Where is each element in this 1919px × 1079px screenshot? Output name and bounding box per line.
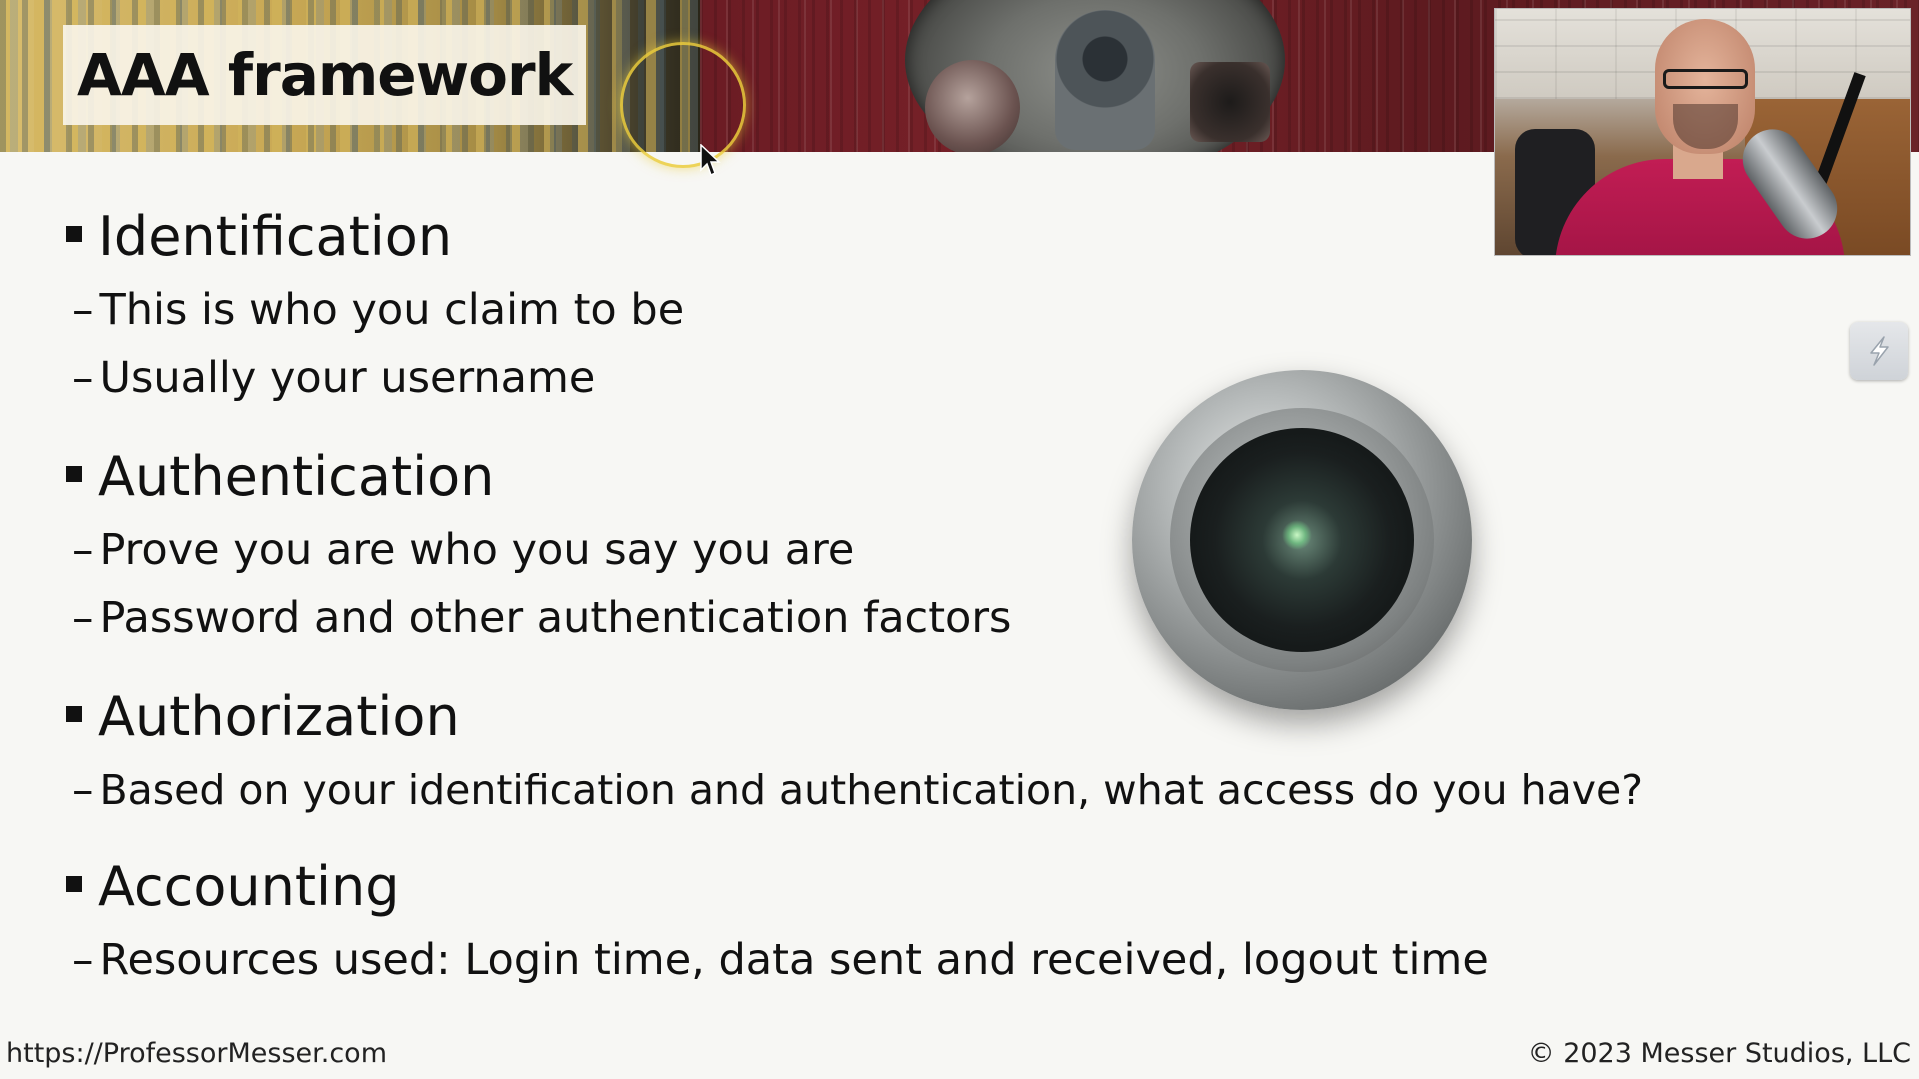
sub-bullet: – Resources used: Login time, data sent … xyxy=(72,935,1489,985)
keyhole-icon xyxy=(1055,10,1155,150)
square-bullet-icon xyxy=(66,705,82,722)
sub-bullet-text: Resources used: Login time, data sent an… xyxy=(99,935,1489,985)
bullet-heading: Identification xyxy=(98,205,453,268)
cursor-highlight-ring xyxy=(620,42,746,168)
bullet-heading: Authorization xyxy=(98,685,460,748)
bullet-accounting: Accounting xyxy=(66,855,400,918)
lock-knob-image xyxy=(925,60,1020,152)
door-peephole-image xyxy=(1132,370,1472,710)
lightning-icon xyxy=(1870,336,1889,366)
footer-website: https://ProfessorMesser.com xyxy=(6,1038,388,1069)
square-bullet-icon xyxy=(66,875,82,892)
sub-bullet: – Password and other authentication fact… xyxy=(72,593,1011,643)
dash-marker: – xyxy=(72,285,94,335)
side-toggle-button[interactable] xyxy=(1850,322,1908,380)
sub-bullet-text: Password and other authentication factor… xyxy=(99,593,1012,643)
bullet-authorization: Authorization xyxy=(66,685,460,748)
bullet-heading: Authentication xyxy=(98,445,495,508)
lens-glint xyxy=(1282,520,1312,550)
slide-canvas: AAA framework Identification – This is w… xyxy=(0,0,1919,1079)
dash-marker: – xyxy=(72,593,94,643)
sub-bullet: – This is who you claim to be xyxy=(72,285,684,335)
sub-bullet-text: This is who you claim to be xyxy=(99,285,685,335)
sub-bullet: – Based on your identification and authe… xyxy=(72,765,1643,815)
square-bullet-icon xyxy=(66,225,82,242)
sub-bullet-text: Usually your username xyxy=(99,353,596,403)
dash-marker: – xyxy=(72,525,94,575)
dash-marker: – xyxy=(72,353,94,403)
sub-bullet: – Usually your username xyxy=(72,353,595,403)
slide-title: AAA framework xyxy=(77,41,573,109)
bullet-authentication: Authentication xyxy=(66,445,494,508)
footer-copyright: © 2023 Messer Studios, LLC xyxy=(1527,1038,1911,1069)
dash-marker: – xyxy=(72,935,94,985)
dash-marker: – xyxy=(72,765,94,815)
sub-bullet-text: Prove you are who you say you are xyxy=(99,525,855,575)
sub-bullet-text: Based on your identification and authent… xyxy=(99,766,1643,814)
bullet-identification: Identification xyxy=(66,205,452,268)
presenter-webcam-video xyxy=(1494,8,1911,256)
presenter-glasses xyxy=(1663,69,1748,89)
slide-title-box: AAA framework xyxy=(63,25,587,125)
sub-bullet: – Prove you are who you say you are xyxy=(72,525,854,575)
square-bullet-icon xyxy=(66,465,82,482)
lock-slot-image xyxy=(1190,62,1270,142)
bullet-heading: Accounting xyxy=(98,855,400,918)
mouse-pointer-icon xyxy=(700,143,722,182)
